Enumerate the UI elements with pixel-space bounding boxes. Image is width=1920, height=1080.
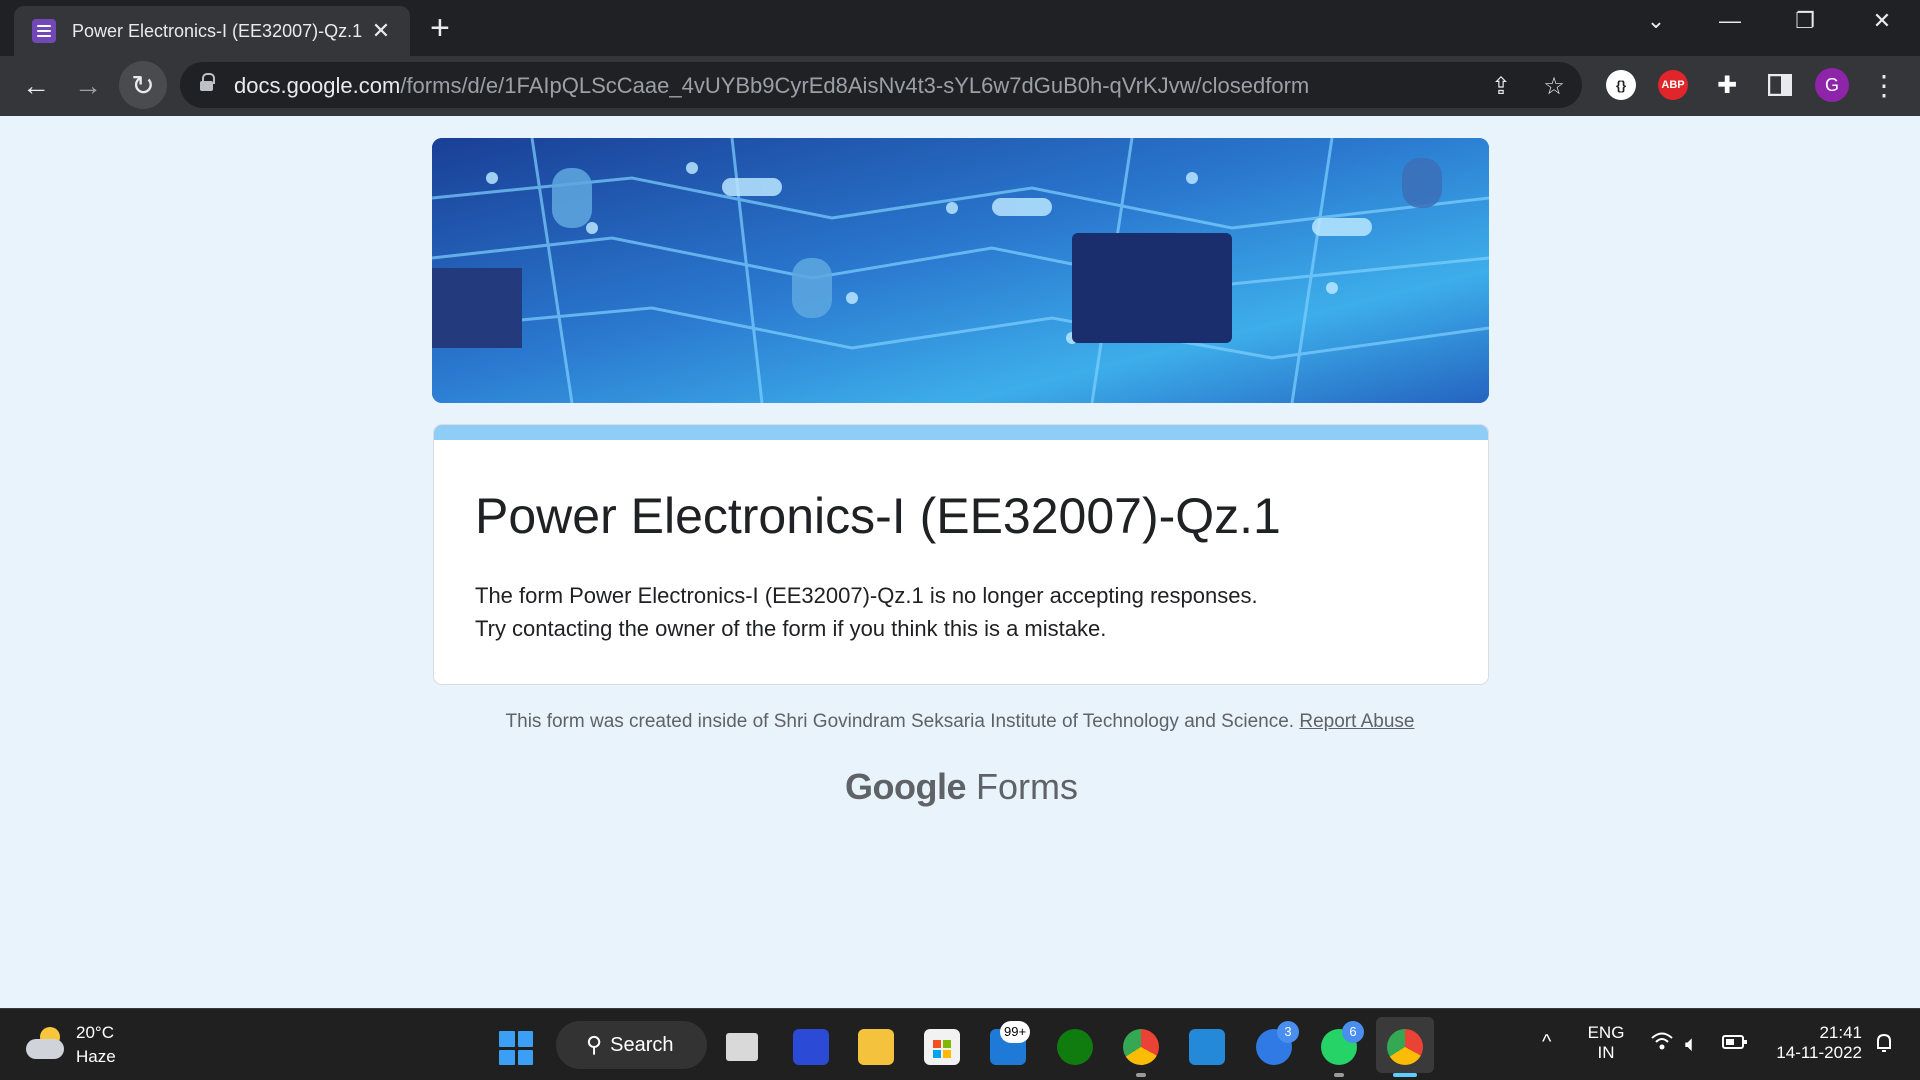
language-indicator[interactable]: ENG IN: [1582, 1023, 1630, 1063]
share-icon[interactable]: ⇪: [1487, 72, 1515, 101]
form-title: Power Electronics-I (EE32007)-Qz.1: [475, 488, 1281, 544]
back-button[interactable]: ←: [18, 68, 54, 104]
minimize-button[interactable]: —: [1710, 8, 1750, 34]
xbox-icon[interactable]: [1057, 1029, 1093, 1065]
windows-taskbar: 20°C Haze ⚲ Search 99+ 3 6 ^ ENG IN 🔈︎ 2…: [0, 1008, 1920, 1080]
weather-temperature[interactable]: 20°C: [76, 1023, 114, 1043]
extensions-puzzle-icon[interactable]: ✚: [1712, 70, 1742, 100]
tray-overflow-chevron-icon[interactable]: ^: [1542, 1031, 1551, 1054]
logo-forms-text: Forms: [966, 766, 1078, 807]
notification-bell-icon[interactable]: [1872, 1031, 1896, 1061]
region-label: IN: [1597, 1043, 1615, 1062]
closed-message-line-2: Try contacting the owner of the form if …: [475, 616, 1107, 641]
closed-form-message: The form Power Electronics-I (EE32007)-Q…: [475, 579, 1258, 645]
side-panel-icon[interactable]: [1765, 70, 1795, 100]
weather-haze-icon[interactable]: [26, 1027, 64, 1061]
weather-condition[interactable]: Haze: [76, 1047, 116, 1067]
url-host: docs.google.com: [234, 73, 401, 98]
browser-toolbar: ← → ↻ docs.google.com/forms/d/e/1FAIpQLS…: [0, 56, 1920, 116]
todo-badge: 3: [1277, 1021, 1299, 1043]
closed-form-card: Power Electronics-I (EE32007)-Qz.1 The f…: [433, 424, 1489, 685]
tab-search-dropdown-icon[interactable]: ⌄: [1636, 8, 1676, 34]
mail-badge: 99+: [1000, 1021, 1031, 1043]
file-explorer-icon[interactable]: [858, 1029, 894, 1065]
vscode-icon[interactable]: [1189, 1029, 1225, 1065]
tab-title: Power Electronics-I (EE32007)-Qz.1: [72, 20, 363, 41]
battery-icon[interactable]: [1722, 1031, 1748, 1057]
form-accent-bar: [434, 425, 1488, 440]
restore-button[interactable]: ❐: [1785, 8, 1825, 34]
language-label: ENG: [1587, 1023, 1625, 1042]
clock[interactable]: 21:41 14-11-2022: [1762, 1023, 1862, 1063]
report-abuse-link[interactable]: Report Abuse: [1299, 711, 1414, 732]
chrome-menu-icon[interactable]: ⋮: [1866, 68, 1902, 104]
task-view-icon[interactable]: [726, 1033, 758, 1061]
tab-close-icon[interactable]: ✕: [368, 18, 394, 44]
extension-json-icon[interactable]: {}: [1606, 70, 1636, 100]
taskbar-search-button[interactable]: ⚲ Search: [556, 1021, 707, 1069]
volume-icon[interactable]: 🔈︎: [1685, 1031, 1698, 1057]
closed-message-line-1: The form Power Electronics-I (EE32007)-Q…: [475, 583, 1258, 608]
lock-icon[interactable]: [200, 73, 215, 93]
search-icon: ⚲: [586, 1032, 603, 1057]
footer-org-text: This form was created inside of Shri Gov…: [505, 711, 1300, 732]
windows-start-icon[interactable]: [499, 1031, 533, 1065]
address-bar[interactable]: docs.google.com/forms/d/e/1FAIpQLScCaae_…: [180, 62, 1582, 108]
new-tab-button[interactable]: +: [430, 10, 450, 46]
clock-time: 21:41: [1819, 1023, 1862, 1042]
adblock-plus-icon[interactable]: ABP: [1658, 70, 1688, 100]
form-footer: This form was created inside of Shri Gov…: [0, 711, 1920, 733]
close-window-button[interactable]: ✕: [1862, 8, 1902, 34]
logo-google-text: Google: [845, 766, 967, 807]
whatsapp-running-indicator: [1334, 1073, 1344, 1077]
bookmark-star-icon[interactable]: ☆: [1540, 72, 1568, 101]
chrome-running-indicator: [1136, 1073, 1146, 1077]
profile-avatar[interactable]: G: [1815, 68, 1849, 102]
browser-tabstrip: Power Electronics-I (EE32007)-Qz.1 ✕ + ⌄…: [0, 0, 1920, 56]
google-forms-icon: [32, 19, 56, 43]
reload-button[interactable]: ↻: [125, 68, 161, 104]
url-path: /forms/d/e/1FAIpQLScCaae_4vUYBb9CyrEd8Ai…: [400, 73, 1310, 98]
whatsapp-badge: 6: [1342, 1021, 1364, 1043]
google-forms-logo[interactable]: Google Forms: [845, 766, 1078, 808]
clock-date: 14-11-2022: [1776, 1043, 1862, 1062]
forward-button[interactable]: →: [70, 68, 106, 104]
url-text[interactable]: docs.google.com/forms/d/e/1FAIpQLScCaae_…: [234, 73, 1309, 99]
chrome-profile-2-icon[interactable]: [1387, 1029, 1423, 1065]
search-label: Search: [610, 1033, 674, 1056]
browser-tab-active[interactable]: Power Electronics-I (EE32007)-Qz.1 ✕: [14, 6, 410, 56]
microsoft-store-icon[interactable]: [924, 1029, 960, 1065]
chrome-profile-1-icon[interactable]: [1123, 1029, 1159, 1065]
app-mathway-icon[interactable]: [793, 1029, 829, 1065]
form-header-image: [432, 138, 1489, 403]
active-app-indicator: [1393, 1073, 1417, 1077]
wifi-icon[interactable]: [1650, 1031, 1674, 1057]
